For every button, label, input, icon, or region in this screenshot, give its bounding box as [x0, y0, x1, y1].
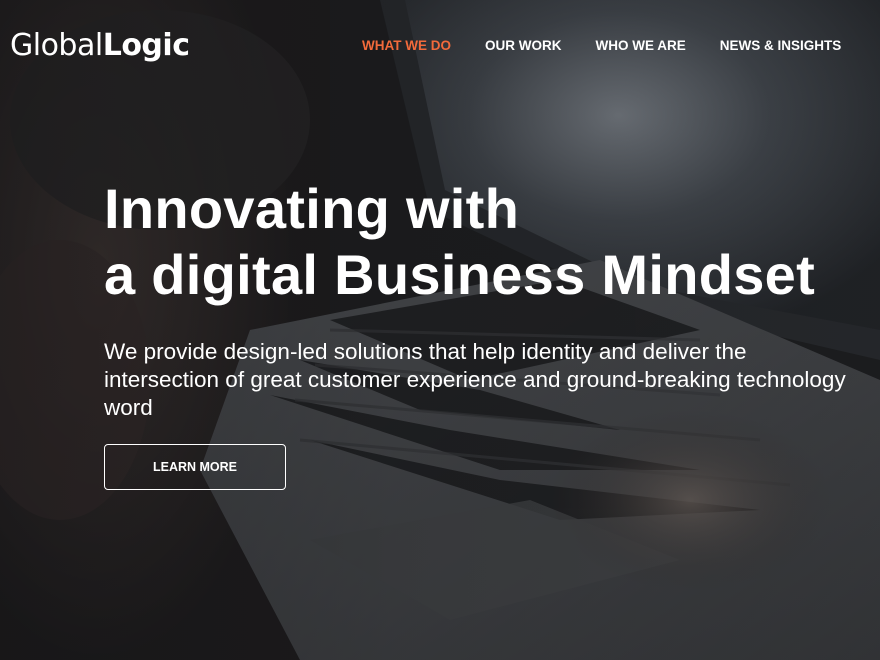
hero-section: Innovating with a digital Business Minds…: [104, 176, 880, 422]
hero-subtitle-line-2: intersection of great customer experienc…: [104, 367, 846, 392]
hero-title: Innovating with a digital Business Minds…: [104, 176, 880, 308]
nav-item-what-we-do[interactable]: WHAT WE DO: [362, 38, 451, 54]
globallogic-logo[interactable]: GlobalLogic: [10, 28, 190, 64]
nav-item-news-insights[interactable]: NEWS & INSIGHTS: [720, 38, 842, 54]
learn-more-button[interactable]: LEARN MORE: [104, 444, 286, 490]
hero-subtitle: We provide design-led solutions that hel…: [104, 338, 880, 422]
nav-item-who-we-are[interactable]: WHO WE ARE: [595, 38, 685, 54]
logo-text-bold: Logic: [102, 28, 190, 63]
main-nav: WHAT WE DO OUR WORK WHO WE ARE NEWS & IN…: [362, 38, 841, 54]
hero-subtitle-line-1: We provide design-led solutions that hel…: [104, 339, 747, 364]
nav-item-our-work[interactable]: OUR WORK: [485, 38, 562, 54]
hero-title-line-2: a digital Business Mindset: [104, 243, 816, 306]
hero-subtitle-line-3: word: [104, 395, 153, 420]
logo-text-light: Global: [10, 28, 103, 63]
hero-title-line-1: Innovating with: [104, 177, 520, 240]
site-header: GlobalLogic WHAT WE DO OUR WORK WHO WE A…: [0, 0, 880, 92]
